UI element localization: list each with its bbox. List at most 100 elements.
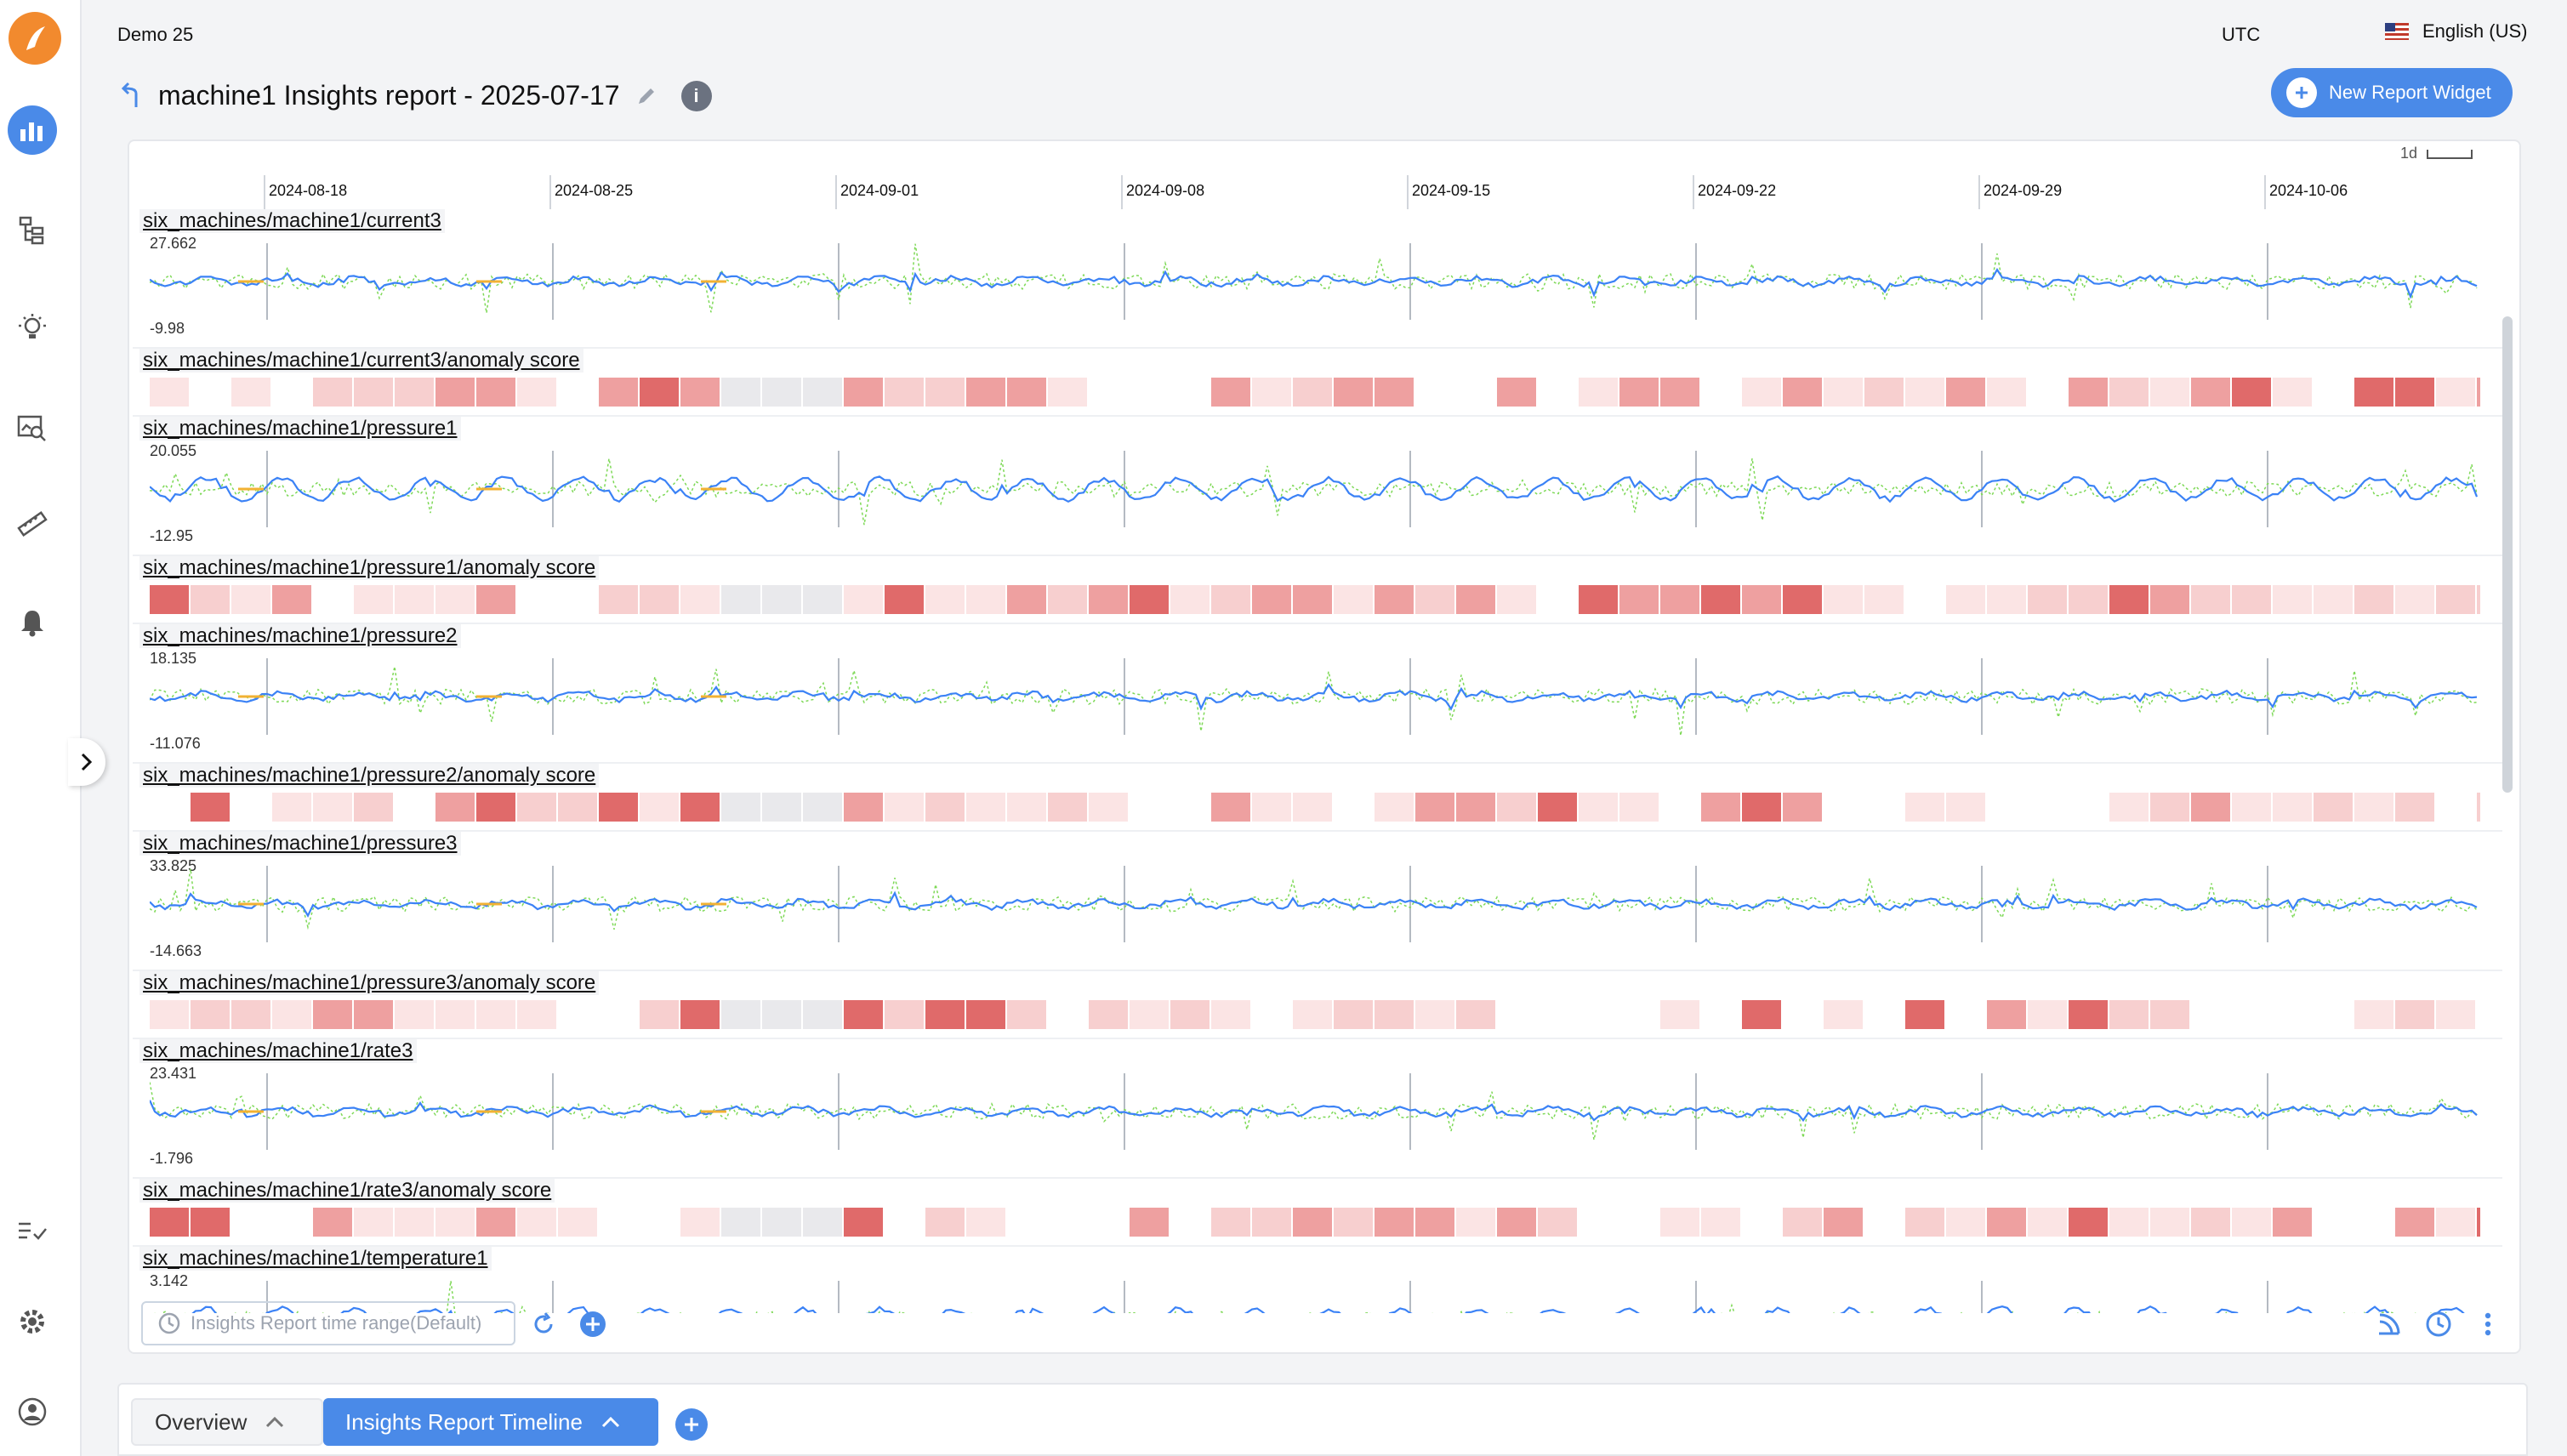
anomaly-cell xyxy=(1130,793,1169,822)
series-row: six_machines/machine1/current3 27.662 -9.9… xyxy=(133,209,2502,349)
gear-icon[interactable] xyxy=(12,1301,53,1342)
anomaly-cell xyxy=(1783,1208,1822,1237)
user-icon[interactable] xyxy=(12,1391,53,1432)
anomaly-cell xyxy=(354,585,393,614)
anomaly-cell xyxy=(517,378,556,407)
anomaly-cell xyxy=(231,585,270,614)
edit-icon[interactable] xyxy=(635,85,657,107)
row-label[interactable]: six_machines/machine1/pressure2/anomaly … xyxy=(139,764,600,788)
row-label[interactable]: six_machines/machine1/temperature1 xyxy=(139,1247,492,1271)
anomaly-cell xyxy=(150,793,189,822)
row-label[interactable]: six_machines/machine1/pressure1 xyxy=(139,417,461,441)
workspace-name[interactable]: Demo 25 xyxy=(117,24,193,46)
anomaly-cell xyxy=(1742,1000,1781,1029)
anomaly-cell xyxy=(2314,1000,2353,1029)
language-selector[interactable]: English (US) xyxy=(2385,20,2527,43)
anomaly-cell xyxy=(2395,1208,2434,1237)
anomaly-cell xyxy=(1660,1000,1699,1029)
anomaly-cell xyxy=(2028,378,2067,407)
more-icon[interactable] xyxy=(2473,1310,2502,1339)
anomaly-cell xyxy=(680,1000,720,1029)
chart-icon[interactable] xyxy=(8,105,57,155)
anomaly-cell xyxy=(1619,1208,1659,1237)
anomaly-heatmap xyxy=(150,378,2480,407)
series-chart xyxy=(150,658,2478,735)
report-tab-bar: Overview Insights Report Timeline xyxy=(117,1383,2528,1456)
refresh-icon[interactable] xyxy=(529,1310,558,1339)
sidebar-expand-button[interactable] xyxy=(68,738,105,786)
anomaly-cell xyxy=(1170,378,1210,407)
anomaly-cell xyxy=(803,1208,842,1237)
row-label[interactable]: six_machines/machine1/rate3/anomaly scor… xyxy=(139,1179,555,1203)
anomaly-cell xyxy=(2436,793,2475,822)
row-label[interactable]: six_machines/machine1/current3/anomaly s… xyxy=(139,349,583,373)
anomaly-cell xyxy=(1252,793,1291,822)
anomaly-cell xyxy=(1252,1208,1291,1237)
axis-tick-label: 2024-10-06 xyxy=(2269,182,2348,199)
anomaly-cell xyxy=(1211,378,1250,407)
anomaly-cell xyxy=(1987,1208,2026,1237)
anomaly-cell xyxy=(1375,1208,1414,1237)
row-min-value: -1.796 xyxy=(150,1150,194,1167)
lightbulb-icon[interactable] xyxy=(12,308,53,349)
anomaly-cell xyxy=(2150,378,2189,407)
anomaly-cell xyxy=(1048,1208,1087,1237)
row-label[interactable]: six_machines/machine1/current3 xyxy=(139,209,445,233)
anomaly-cell xyxy=(2150,1000,2189,1029)
anomaly-cell xyxy=(313,585,352,614)
anomaly-cell xyxy=(1048,585,1087,614)
anomaly-cell xyxy=(885,378,924,407)
anomaly-cell xyxy=(1864,585,1904,614)
rss-icon[interactable] xyxy=(2375,1310,2404,1339)
tab-insights-report-timeline[interactable]: Insights Report Timeline xyxy=(323,1398,658,1446)
time-range-input[interactable]: Insights Report time range(Default) xyxy=(141,1301,515,1345)
anomaly-cell xyxy=(640,378,679,407)
timezone-label[interactable]: UTC xyxy=(2222,24,2260,46)
anomaly-cell xyxy=(885,585,924,614)
anomaly-cell xyxy=(966,378,1005,407)
history-clock-icon[interactable] xyxy=(2424,1310,2453,1339)
anomaly-cell xyxy=(435,1000,475,1029)
row-label[interactable]: six_machines/machine1/pressure2 xyxy=(139,624,461,648)
chevron-up-icon xyxy=(266,1416,284,1428)
anomaly-cell xyxy=(2069,793,2108,822)
anomaly-cell xyxy=(2069,1208,2108,1237)
anomaly-cell xyxy=(1987,585,2026,614)
anomaly-cell xyxy=(925,1000,965,1029)
add-icon xyxy=(685,1418,698,1431)
row-label[interactable]: six_machines/machine1/rate3 xyxy=(139,1039,417,1063)
anomaly-cell xyxy=(1293,793,1332,822)
tree-icon[interactable] xyxy=(12,209,53,250)
anomaly-cell xyxy=(1946,1000,1985,1029)
anomaly-row: six_machines/machine1/rate3/anomaly scor… xyxy=(133,1179,2502,1247)
anomaly-cell xyxy=(1211,1000,1250,1029)
anomaly-cell xyxy=(1415,378,1454,407)
anomaly-cell xyxy=(1375,793,1414,822)
row-label[interactable]: six_machines/machine1/pressure3/anomaly … xyxy=(139,971,600,995)
anomaly-cell xyxy=(476,585,515,614)
back-icon[interactable] xyxy=(117,82,143,111)
anomaly-cell xyxy=(599,1000,638,1029)
anomaly-cell xyxy=(1170,1000,1210,1029)
anomaly-cell xyxy=(354,1208,393,1237)
checklist-icon[interactable] xyxy=(12,1211,53,1252)
scale-label: 1d xyxy=(2399,145,2417,162)
add-tab-button[interactable] xyxy=(675,1408,708,1441)
anomaly-cell xyxy=(1660,1208,1699,1237)
scrollbar[interactable] xyxy=(2502,316,2513,793)
row-label[interactable]: six_machines/machine1/pressure3 xyxy=(139,832,461,856)
bell-icon[interactable] xyxy=(12,602,53,643)
ruler-icon[interactable] xyxy=(12,503,53,544)
anomaly-cell xyxy=(1089,793,1128,822)
axis-tick-label: 2024-09-15 xyxy=(1412,182,1491,199)
row-label[interactable]: six_machines/machine1/pressure1/anomaly … xyxy=(139,556,600,580)
tab-overview[interactable]: Overview xyxy=(131,1398,323,1446)
search-chart-icon[interactable] xyxy=(12,407,53,447)
logo-icon[interactable] xyxy=(9,12,61,65)
new-report-widget-button[interactable]: New Report Widget xyxy=(2271,68,2513,117)
add-icon[interactable] xyxy=(578,1310,607,1339)
info-icon[interactable]: i xyxy=(680,80,712,111)
anomaly-cell xyxy=(1864,1208,1904,1237)
anomaly-cell xyxy=(1456,1000,1495,1029)
anomaly-cell xyxy=(558,585,597,614)
